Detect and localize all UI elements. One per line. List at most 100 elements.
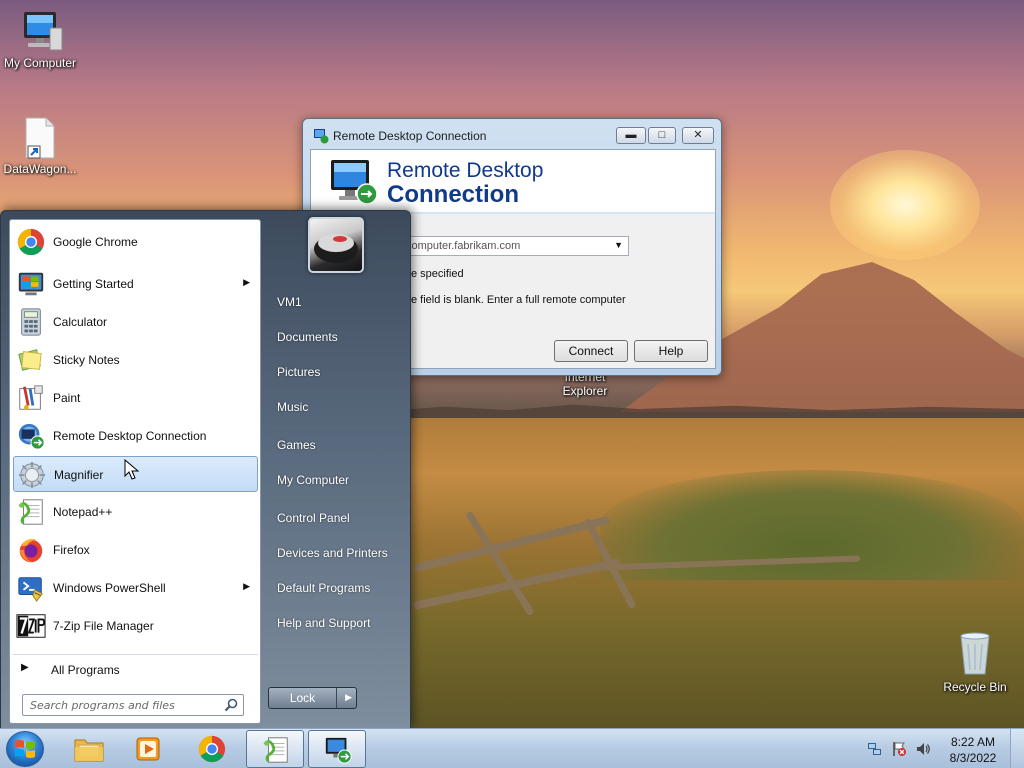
- program-item-getting-started[interactable]: Getting Started ▶: [13, 266, 258, 302]
- sticky-notes-icon: [18, 349, 42, 371]
- clock-date[interactable]: 8/3/2022: [942, 751, 1004, 765]
- status-text: e specified: [411, 268, 464, 280]
- connect-button[interactable]: Connect: [554, 340, 628, 362]
- right-link-documents[interactable]: Documents: [267, 322, 403, 352]
- right-link-pictures[interactable]: Pictures: [267, 357, 403, 387]
- program-label: Windows PowerShell: [53, 581, 166, 595]
- chrome-icon: [17, 228, 45, 256]
- clock-time[interactable]: 8:22 AM: [942, 735, 1004, 749]
- program-label: Getting Started: [53, 277, 134, 291]
- program-item-sticky-notes[interactable]: Sticky Notes: [13, 342, 258, 378]
- magnifier-icon: [18, 461, 46, 489]
- search-icon[interactable]: [224, 698, 238, 712]
- windows-explorer-icon: [74, 739, 104, 762]
- chrome-icon: [198, 735, 226, 763]
- search-box[interactable]: [22, 694, 244, 716]
- taskbar-remote-desktop[interactable]: [308, 730, 366, 768]
- start-button[interactable]: [6, 731, 44, 767]
- program-label: Paint: [53, 391, 81, 405]
- action-center-flag-icon[interactable]: [891, 741, 907, 757]
- desktop-icon-label: My Computer: [3, 56, 77, 70]
- program-item-remote-desktop-connection[interactable]: Remote Desktop Connection: [13, 418, 258, 454]
- program-label: Google Chrome: [53, 235, 138, 249]
- right-link-devices-and-printers[interactable]: Devices and Printers: [267, 538, 403, 568]
- rdc-banner: Remote Desktop Connection: [311, 150, 715, 214]
- windows-logo-icon: [15, 740, 35, 758]
- remote-desktop-icon: [18, 423, 45, 450]
- network-icon[interactable]: [867, 741, 883, 757]
- notepad-plus-plus-icon: [18, 499, 43, 525]
- program-label: Notepad++: [53, 505, 113, 519]
- menu-separator: [271, 500, 399, 501]
- desktop-icon-label: Recycle Bin: [943, 680, 1007, 694]
- lock-label: Lock: [269, 688, 337, 708]
- minimize-icon: ▬: [625, 129, 637, 141]
- program-item-paint[interactable]: Paint: [13, 380, 258, 416]
- program-label: Calculator: [53, 315, 108, 329]
- calculator-icon: [21, 308, 41, 336]
- submenu-arrow-icon[interactable]: ▶: [243, 277, 250, 288]
- program-item-firefox[interactable]: Firefox: [13, 532, 258, 568]
- remote-desktop-icon: [314, 129, 329, 144]
- banner-title-line1: Remote Desktop: [387, 159, 544, 182]
- show-desktop-button[interactable]: [1010, 729, 1024, 768]
- right-link-games[interactable]: Games: [267, 430, 403, 460]
- program-label: Magnifier: [54, 468, 104, 482]
- taskbar-chrome[interactable]: [183, 730, 241, 768]
- minimize-button[interactable]: ▬: [616, 127, 646, 144]
- program-label: 7-Zip File Manager: [53, 619, 154, 633]
- close-button[interactable]: ✕: [682, 127, 714, 144]
- program-label: Remote Desktop Connection: [53, 429, 207, 443]
- banner-title-line2: Connection: [387, 181, 519, 208]
- right-link-user[interactable]: VM1: [267, 287, 403, 317]
- chevron-right-icon[interactable]: ▶: [345, 692, 352, 703]
- maximize-button[interactable]: □: [648, 127, 676, 144]
- taskbar-media-player[interactable]: [120, 730, 178, 768]
- window-titlebar[interactable]: Remote Desktop Connection ▬ □ ✕: [303, 119, 721, 149]
- file-shortcut-icon: [25, 117, 55, 159]
- remote-desktop-logo-icon: [331, 160, 378, 205]
- status-text: e field is blank. Enter a full remote co…: [411, 294, 626, 306]
- start-menu: Google Chrome Getting Started ▶ Calculat…: [0, 210, 411, 729]
- volume-icon[interactable]: [915, 741, 931, 757]
- all-programs-button[interactable]: ▶ All Programs: [13, 654, 258, 682]
- right-link-help-and-support[interactable]: Help and Support: [267, 608, 403, 638]
- wallpaper-sun: [830, 150, 980, 260]
- menu-separator: [271, 427, 399, 428]
- my-computer-icon: [24, 12, 63, 51]
- close-icon: ✕: [693, 129, 703, 141]
- all-programs-label: All Programs: [51, 663, 120, 677]
- search-input[interactable]: [23, 695, 217, 715]
- program-item-notepad-plus-plus[interactable]: Notepad++: [13, 494, 258, 530]
- powershell-icon: [18, 577, 43, 602]
- taskbar-explorer[interactable]: [60, 730, 118, 768]
- right-link-music[interactable]: Music: [267, 392, 403, 422]
- help-button[interactable]: Help: [634, 340, 708, 362]
- desktop-icon-datawagon[interactable]: DataWagon...: [0, 116, 80, 176]
- lock-button[interactable]: Lock ▶: [268, 687, 357, 709]
- notepad-plus-plus-icon: [263, 737, 288, 763]
- firefox-icon: [19, 539, 43, 563]
- chevron-down-icon[interactable]: ▼: [614, 240, 623, 250]
- program-item-calculator[interactable]: Calculator: [13, 304, 258, 340]
- right-link-control-panel[interactable]: Control Panel: [267, 503, 403, 533]
- desktop-icon-recycle-bin[interactable]: Recycle Bin: [935, 630, 1015, 694]
- user-picture[interactable]: [308, 217, 364, 273]
- program-label: Sticky Notes: [53, 353, 120, 367]
- program-item-windows-powershell[interactable]: Windows PowerShell ▶: [13, 570, 258, 606]
- getting-started-icon: [18, 272, 44, 296]
- media-player-icon: [136, 737, 160, 761]
- right-link-my-computer[interactable]: My Computer: [267, 465, 403, 495]
- desktop-icon-my-computer[interactable]: My Computer: [0, 10, 80, 70]
- remote-desktop-icon: [325, 737, 352, 764]
- program-item-google-chrome[interactable]: Google Chrome: [13, 224, 258, 260]
- maximize-icon: □: [658, 129, 666, 141]
- submenu-arrow-icon[interactable]: ▶: [243, 581, 250, 592]
- right-link-default-programs[interactable]: Default Programs: [267, 573, 403, 603]
- seven-zip-icon: [16, 614, 46, 638]
- user-avatar-icon: [314, 234, 358, 263]
- paint-icon: [19, 385, 43, 410]
- program-label: Firefox: [53, 543, 90, 557]
- program-item-7-zip-file-manager[interactable]: 7-Zip File Manager: [13, 608, 258, 644]
- taskbar-notepad-plus-plus[interactable]: [246, 730, 304, 768]
